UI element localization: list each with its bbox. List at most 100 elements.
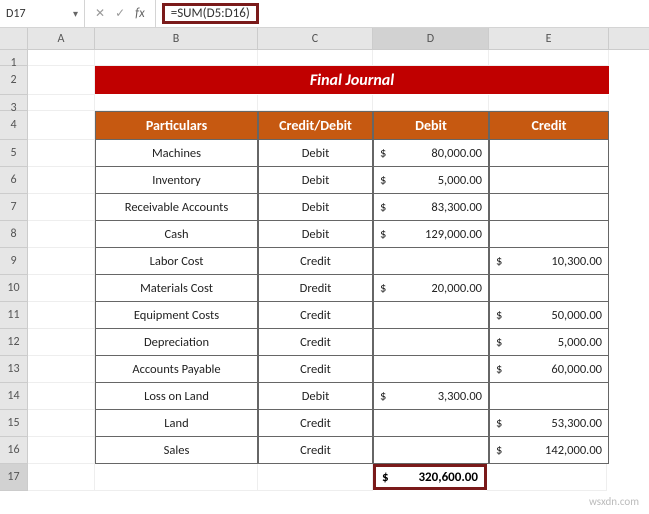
cell[interactable] [28, 50, 95, 66]
cell[interactable] [28, 248, 95, 275]
credit-debit-cell[interactable]: Credit [258, 410, 373, 437]
total-debit-cell[interactable]: $ 320,600.00 [373, 464, 487, 490]
credit-debit-cell[interactable]: Debit [258, 194, 373, 221]
cell[interactable] [373, 50, 489, 66]
col-header-d[interactable]: D [373, 28, 489, 49]
cell[interactable] [28, 275, 95, 302]
cell[interactable] [28, 302, 95, 329]
debit-cell[interactable] [373, 302, 489, 329]
particulars-cell[interactable]: Equipment Costs [95, 302, 258, 329]
cell[interactable] [258, 50, 373, 66]
accept-icon[interactable]: ✓ [115, 6, 125, 21]
particulars-cell[interactable]: Loss on Land [95, 383, 258, 410]
row-header[interactable]: 12 [0, 329, 28, 356]
cell[interactable] [28, 95, 95, 111]
particulars-cell[interactable]: Inventory [95, 167, 258, 194]
credit-cell[interactable]: $10,300.00 [489, 248, 609, 275]
col-header-e[interactable]: E [489, 28, 609, 49]
row-header[interactable]: 4 [0, 111, 28, 140]
particulars-cell[interactable]: Land [95, 410, 258, 437]
row-header[interactable]: 13 [0, 356, 28, 383]
credit-cell[interactable] [489, 140, 609, 167]
row-header[interactable]: 6 [0, 167, 28, 194]
debit-cell[interactable]: $129,000.00 [373, 221, 489, 248]
row-header[interactable]: 9 [0, 248, 28, 275]
header-credit-debit[interactable]: Credit/Debit [258, 111, 373, 140]
particulars-cell[interactable]: Machines [95, 140, 258, 167]
debit-cell[interactable] [373, 356, 489, 383]
credit-debit-cell[interactable]: Credit [258, 356, 373, 383]
credit-debit-cell[interactable]: Debit [258, 140, 373, 167]
debit-cell[interactable] [373, 437, 489, 464]
credit-debit-cell[interactable]: Debit [258, 221, 373, 248]
row-header[interactable]: 15 [0, 410, 28, 437]
cell[interactable] [28, 410, 95, 437]
credit-debit-cell[interactable]: Dredit [258, 275, 373, 302]
credit-cell[interactable]: $142,000.00 [489, 437, 609, 464]
cell[interactable] [95, 50, 258, 66]
col-header-a[interactable]: A [28, 28, 95, 49]
credit-debit-cell[interactable]: Credit [258, 248, 373, 275]
row-header[interactable]: 7 [0, 194, 28, 221]
debit-cell[interactable] [373, 329, 489, 356]
row-header[interactable]: 11 [0, 302, 28, 329]
cell[interactable] [28, 194, 95, 221]
row-header[interactable]: 14 [0, 383, 28, 410]
cell[interactable] [28, 140, 95, 167]
credit-cell[interactable]: $5,000.00 [489, 329, 609, 356]
cell[interactable] [258, 464, 373, 491]
particulars-cell[interactable]: Cash [95, 221, 258, 248]
cancel-icon[interactable]: ✕ [95, 6, 105, 21]
credit-debit-cell[interactable]: Credit [258, 437, 373, 464]
cell[interactable] [28, 464, 95, 491]
chevron-down-icon[interactable]: ▾ [73, 7, 78, 20]
credit-debit-cell[interactable]: Credit [258, 302, 373, 329]
particulars-cell[interactable]: Receivable Accounts [95, 194, 258, 221]
credit-cell[interactable]: $50,000.00 [489, 302, 609, 329]
credit-debit-cell[interactable]: Credit [258, 329, 373, 356]
header-debit[interactable]: Debit [373, 111, 489, 140]
row-header[interactable]: 3 [0, 95, 28, 111]
cell[interactable] [28, 111, 95, 140]
debit-cell[interactable] [373, 410, 489, 437]
credit-cell[interactable] [489, 383, 609, 410]
cell[interactable] [28, 383, 95, 410]
debit-cell[interactable]: $5,000.00 [373, 167, 489, 194]
debit-cell[interactable] [373, 248, 489, 275]
row-header[interactable]: 1 [0, 50, 28, 66]
particulars-cell[interactable]: Depreciation [95, 329, 258, 356]
cell[interactable] [373, 95, 489, 111]
col-header-c[interactable]: C [258, 28, 373, 49]
particulars-cell[interactable]: Accounts Payable [95, 356, 258, 383]
select-all-corner[interactable] [0, 28, 28, 49]
cell[interactable] [487, 464, 607, 491]
formula-input[interactable]: =SUM(D5:D16) [156, 3, 649, 24]
credit-cell[interactable] [489, 167, 609, 194]
particulars-cell[interactable]: Labor Cost [95, 248, 258, 275]
debit-cell[interactable]: $3,300.00 [373, 383, 489, 410]
cell[interactable] [95, 464, 258, 491]
cell[interactable] [28, 66, 95, 95]
credit-cell[interactable] [489, 275, 609, 302]
credit-debit-cell[interactable]: Debit [258, 167, 373, 194]
cell[interactable] [28, 437, 95, 464]
cell[interactable] [28, 356, 95, 383]
credit-cell[interactable]: $53,300.00 [489, 410, 609, 437]
fx-icon[interactable]: fx [135, 6, 145, 21]
row-header[interactable]: 10 [0, 275, 28, 302]
particulars-cell[interactable]: Sales [95, 437, 258, 464]
credit-cell[interactable] [489, 221, 609, 248]
credit-cell[interactable]: $60,000.00 [489, 356, 609, 383]
row-header[interactable]: 16 [0, 437, 28, 464]
credit-debit-cell[interactable]: Debit [258, 383, 373, 410]
row-header[interactable]: 5 [0, 140, 28, 167]
row-header[interactable]: 17 [0, 464, 28, 491]
col-header-b[interactable]: B [95, 28, 258, 49]
header-particulars[interactable]: Particulars [95, 111, 258, 140]
cell[interactable] [28, 167, 95, 194]
cell[interactable] [95, 95, 258, 111]
row-header[interactable]: 8 [0, 221, 28, 248]
header-credit[interactable]: Credit [489, 111, 609, 140]
row-header[interactable]: 2 [0, 66, 28, 95]
debit-cell[interactable]: $80,000.00 [373, 140, 489, 167]
